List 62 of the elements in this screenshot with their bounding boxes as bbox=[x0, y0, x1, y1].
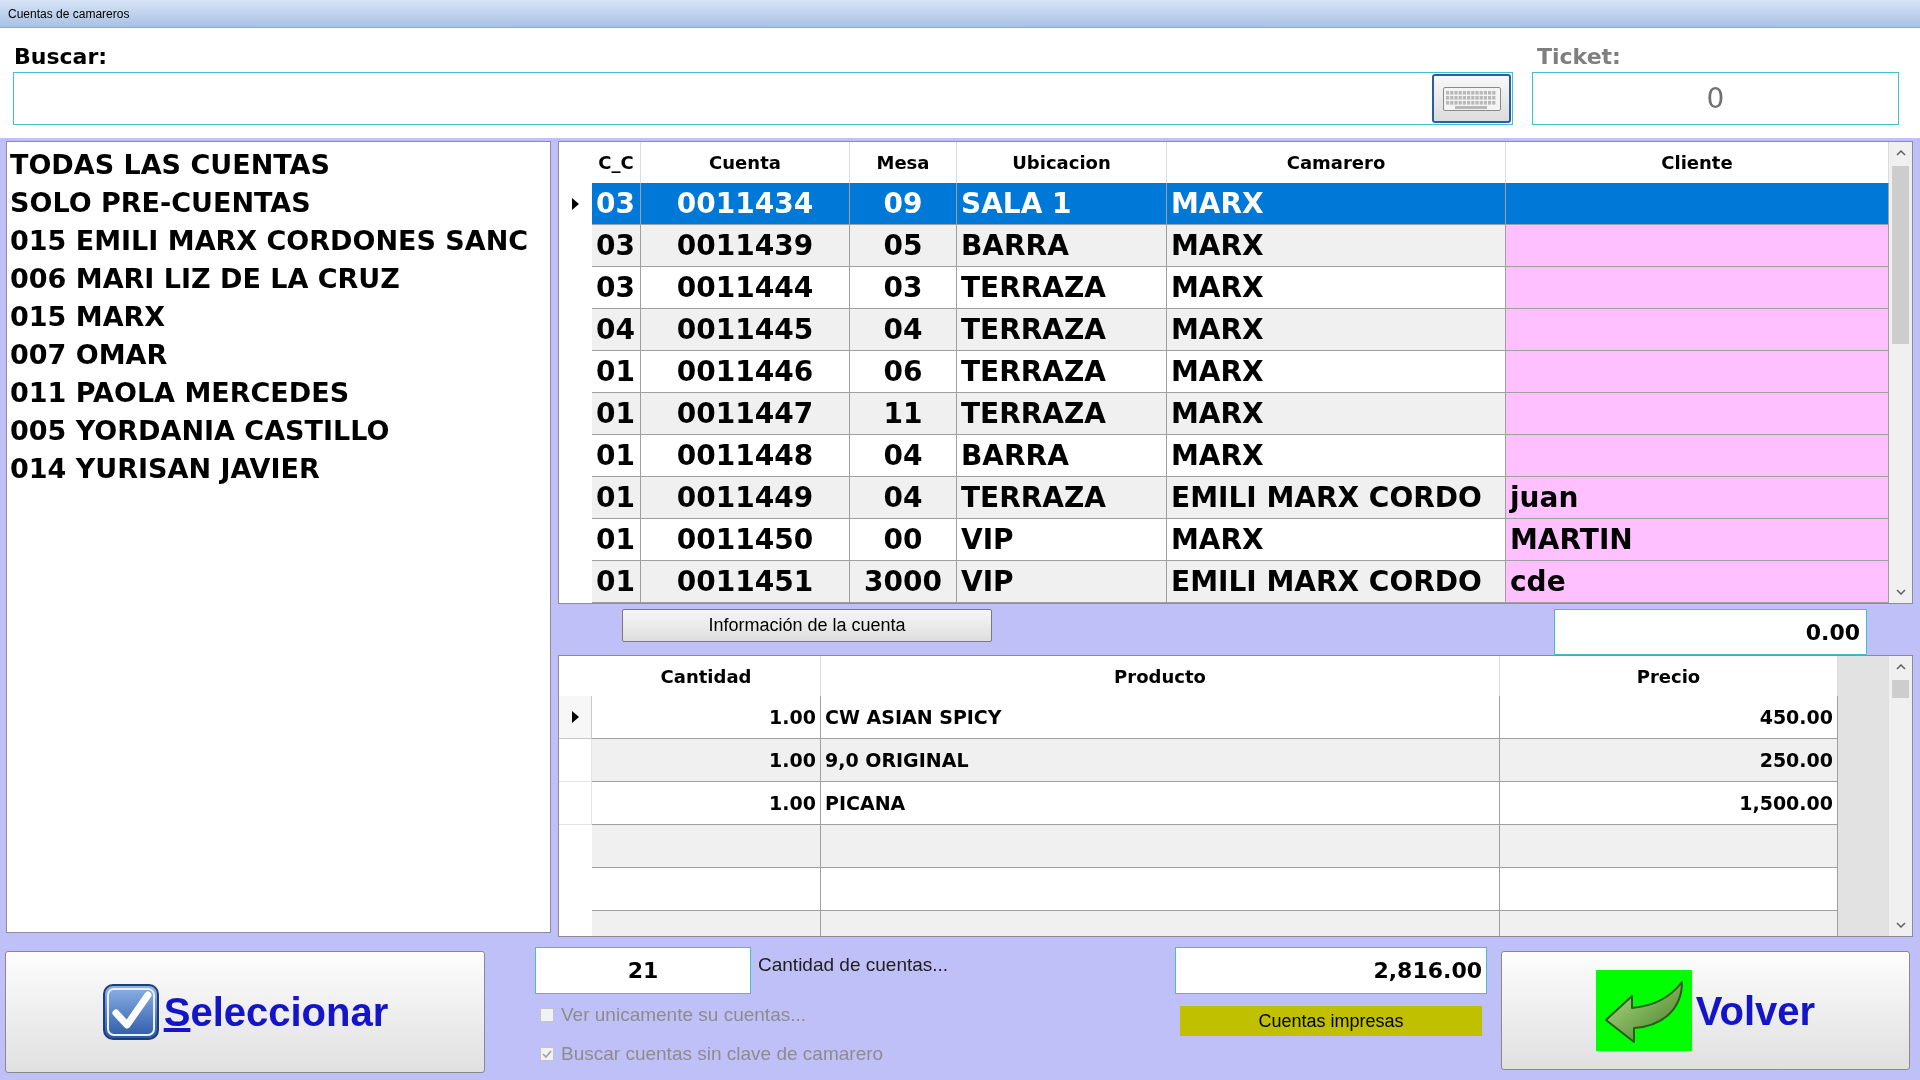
list-item[interactable]: SOLO PRE-CUENTAS bbox=[10, 184, 311, 222]
chevron-down-icon[interactable] bbox=[1895, 922, 1906, 928]
table-cell: cde bbox=[1506, 561, 1889, 603]
table-row[interactable]: 01 0011448 04 BARRA MARX bbox=[592, 435, 1889, 477]
scrollbar[interactable] bbox=[1889, 656, 1912, 936]
list-item[interactable]: 014 YURISAN JAVIER bbox=[10, 450, 320, 488]
table-cell: EMILI MARX CORDO bbox=[1167, 561, 1506, 603]
table-cell: MARTIN bbox=[1506, 519, 1889, 561]
table-cell: 01 bbox=[592, 561, 641, 603]
count-field[interactable]: 21 bbox=[535, 947, 751, 994]
table-row[interactable]: 01 0011450 00 VIP MARX MARTIN bbox=[592, 519, 1889, 561]
list-item[interactable]: 015 MARX bbox=[10, 298, 166, 336]
table-row[interactable]: 1.00 CW ASIAN SPICY 450.00 bbox=[592, 696, 1838, 739]
list-item[interactable]: 006 MARI LIZ DE LA CRUZ bbox=[10, 260, 400, 298]
checkbox-label: Buscar cuentas sin clave de camarero bbox=[561, 1041, 884, 1066]
row-header-cell[interactable] bbox=[559, 739, 592, 782]
keyboard-button[interactable] bbox=[1432, 74, 1511, 123]
chevron-down-icon[interactable] bbox=[1895, 589, 1906, 595]
table-row[interactable]: 03 0011439 05 BARRA MARX bbox=[592, 225, 1889, 267]
table-row[interactable]: 01 0011447 11 TERRAZA MARX bbox=[592, 393, 1889, 435]
table-row[interactable]: 01 0011451 3000 VIP EMILI MARX CORDO cde bbox=[592, 561, 1889, 603]
table-row[interactable]: 03 0011444 03 TERRAZA MARX bbox=[592, 267, 1889, 309]
scrollbar-thumb[interactable] bbox=[1892, 166, 1909, 344]
window-title: Cuentas de camareros bbox=[8, 5, 130, 23]
list-item[interactable]: 005 YORDANIA CASTILLO bbox=[10, 412, 390, 450]
scrollbar[interactable] bbox=[1889, 142, 1912, 603]
table-row[interactable]: 03 0011434 09 SALA 1 MARX bbox=[592, 183, 1889, 225]
keyboard-icon bbox=[1442, 86, 1501, 111]
table-cell: VIP bbox=[957, 561, 1167, 603]
table-row[interactable]: 1.00 9,0 ORIGINAL 250.00 bbox=[592, 739, 1838, 782]
chevron-up-icon[interactable] bbox=[1895, 664, 1906, 670]
select-button[interactable]: Seleccionar bbox=[5, 951, 485, 1073]
search-field[interactable] bbox=[13, 72, 1513, 125]
table-row[interactable]: 01 0011449 04 TERRAZA EMILI MARX CORDO juan bbox=[592, 477, 1889, 519]
total-field[interactable]: 2,816.00 bbox=[1175, 947, 1487, 994]
table-row[interactable]: 1.00 PICANA 1,500.00 bbox=[592, 782, 1838, 825]
scrollbar-thumb[interactable] bbox=[1892, 680, 1909, 698]
list-item[interactable]: 007 OMAR bbox=[10, 336, 168, 374]
list-item[interactable]: TODAS LAS CUENTAS bbox=[10, 146, 330, 184]
table-cell: 0011451 bbox=[641, 561, 850, 603]
search-label: Buscar: bbox=[13, 43, 108, 71]
list-item[interactable]: 015 EMILI MARX CORDONES SANC bbox=[10, 222, 529, 260]
table-row[interactable]: 01 0011446 06 TERRAZA MARX bbox=[592, 351, 1889, 393]
table-cell: juan bbox=[1506, 477, 1889, 519]
table-row[interactable]: 04 0011445 04 TERRAZA MARX bbox=[592, 309, 1889, 351]
checkbox-check-icon bbox=[101, 983, 160, 1041]
row-header-cell[interactable] bbox=[559, 782, 592, 825]
table-cell: 3000 bbox=[850, 561, 957, 603]
checkbox-label: Ver unicamente su cuentas... bbox=[561, 1002, 807, 1027]
printed-accounts-label: Cuentas impresas bbox=[1180, 1006, 1482, 1036]
count-label: Cantidad de cuentas... bbox=[758, 953, 949, 977]
checkmark-icon bbox=[542, 1050, 552, 1058]
account-info-button[interactable]: Información de la cuenta bbox=[622, 609, 992, 642]
amount-field[interactable]: 0.00 bbox=[1554, 609, 1867, 655]
row-pointer-icon bbox=[572, 198, 579, 210]
row-pointer-icon bbox=[571, 711, 579, 723]
ticket-label: Ticket: bbox=[1537, 43, 1621, 71]
list-item[interactable]: 011 PAOLA MERCEDES bbox=[10, 374, 350, 412]
row-header-cell[interactable] bbox=[559, 696, 592, 739]
back-button[interactable]: Volver bbox=[1501, 951, 1910, 1070]
ticket-field[interactable]: 0 bbox=[1532, 72, 1899, 125]
chevron-up-icon[interactable] bbox=[1895, 150, 1906, 156]
